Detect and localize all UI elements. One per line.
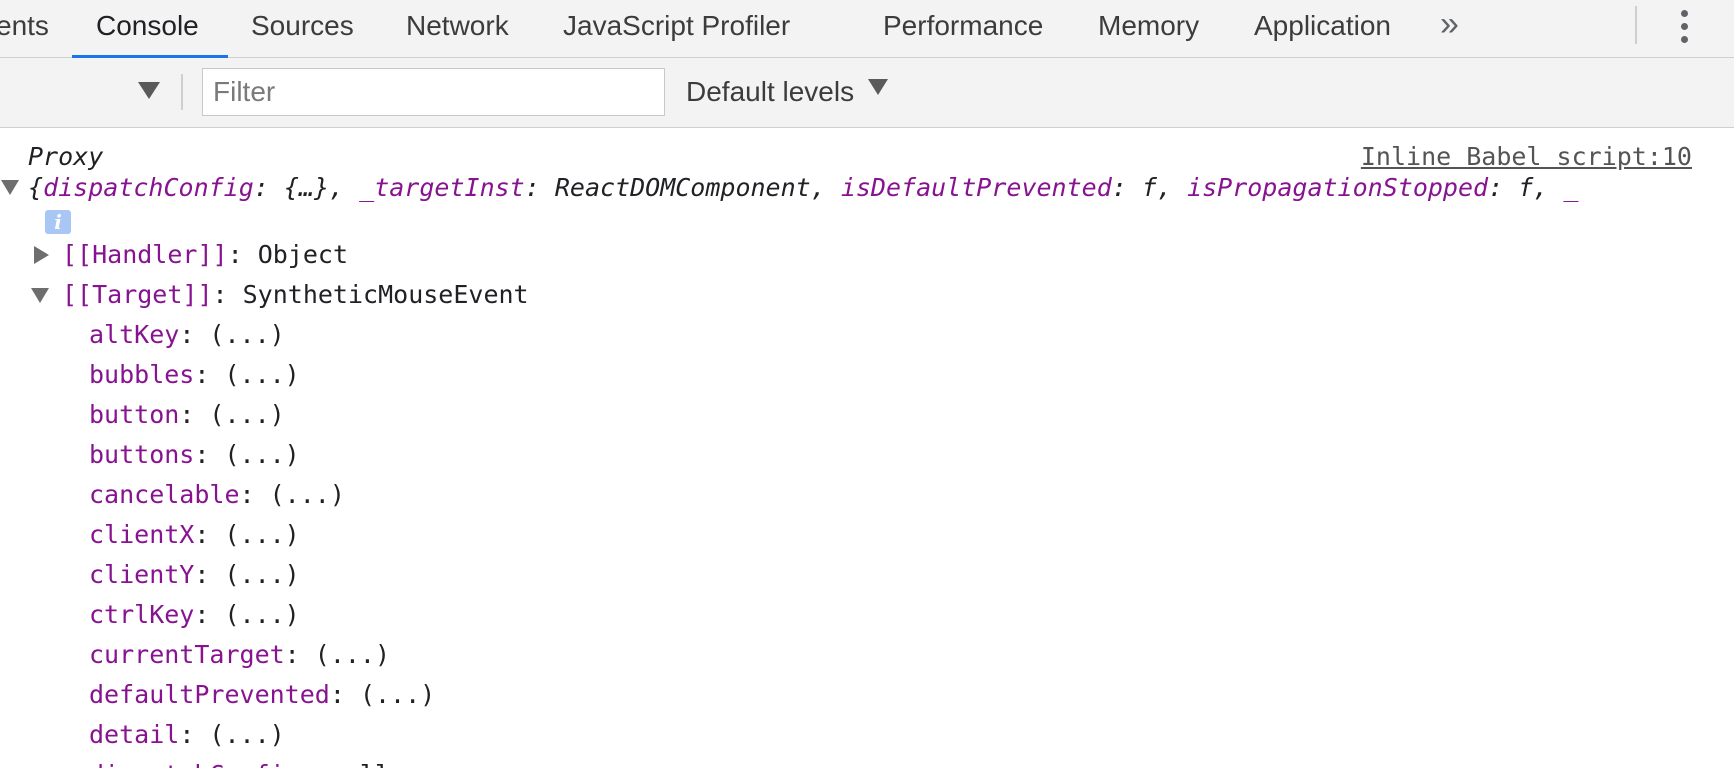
more-tabs-chevron-icon[interactable]: » xyxy=(1440,0,1459,52)
property-row-clientx[interactable]: clientX: (...) xyxy=(89,520,300,549)
property-row-altkey[interactable]: altKey: (...) xyxy=(89,320,285,349)
property-row-dispatchconfig[interactable]: dispatchConfig: null xyxy=(89,760,390,768)
tab-application[interactable]: Application xyxy=(1254,0,1391,58)
proxy-label: Proxy xyxy=(28,142,104,171)
tab-console[interactable]: Console xyxy=(96,0,199,58)
info-icon[interactable]: i xyxy=(45,210,71,234)
property-row-defaultprevented[interactable]: defaultPrevented: (...) xyxy=(89,680,435,709)
log-levels-label: Default levels xyxy=(686,76,855,107)
target-row[interactable]: [[Target]]: SyntheticMouseEvent xyxy=(62,280,529,309)
console-output: Proxy Inline Babel script:10 {dispatchCo… xyxy=(0,128,1734,768)
tabbar-divider xyxy=(1635,6,1637,44)
property-row-ctrlkey[interactable]: ctrlKey: (...) xyxy=(89,600,300,629)
devtools-tab-bar: ents Console Sources Network JavaScript … xyxy=(0,0,1734,59)
expand-handler-toggle-icon[interactable] xyxy=(34,246,49,264)
source-link[interactable]: Inline Babel script:10 xyxy=(1361,142,1692,171)
toolbar-divider xyxy=(181,74,183,110)
dropdown-arrow-icon xyxy=(868,79,889,95)
expand-proxy-toggle-icon[interactable] xyxy=(1,180,19,195)
handler-row[interactable]: [[Handler]]: Object xyxy=(62,240,348,269)
tab-elements[interactable]: ents xyxy=(0,0,49,58)
property-row-currenttarget[interactable]: currentTarget: (...) xyxy=(89,640,390,669)
property-row-cancelable[interactable]: cancelable: (...) xyxy=(89,480,345,509)
tab-javascript-profiler[interactable]: JavaScript Profiler xyxy=(563,0,790,58)
property-row-button[interactable]: button: (...) xyxy=(89,400,285,429)
property-row-bubbles[interactable]: bubbles: (...) xyxy=(89,360,300,389)
log-levels-dropdown[interactable]: Default levels xyxy=(686,70,889,114)
tab-sources[interactable]: Sources xyxy=(251,0,354,58)
tab-network[interactable]: Network xyxy=(406,0,509,58)
tab-memory[interactable]: Memory xyxy=(1098,0,1199,58)
kebab-menu-icon[interactable] xyxy=(1675,8,1693,46)
expand-target-toggle-icon[interactable] xyxy=(31,288,49,303)
context-dropdown-arrow-icon[interactable] xyxy=(138,82,160,99)
filter-input[interactable] xyxy=(202,68,665,116)
tab-performance[interactable]: Performance xyxy=(883,0,1043,58)
proxy-summary[interactable]: {dispatchConfig: {…}, _targetInst: React… xyxy=(28,173,1578,202)
console-toolbar: Default levels xyxy=(0,58,1734,128)
property-row-clienty[interactable]: clientY: (...) xyxy=(89,560,300,589)
property-row-buttons[interactable]: buttons: (...) xyxy=(89,440,300,469)
property-row-detail[interactable]: detail: (...) xyxy=(89,720,285,749)
